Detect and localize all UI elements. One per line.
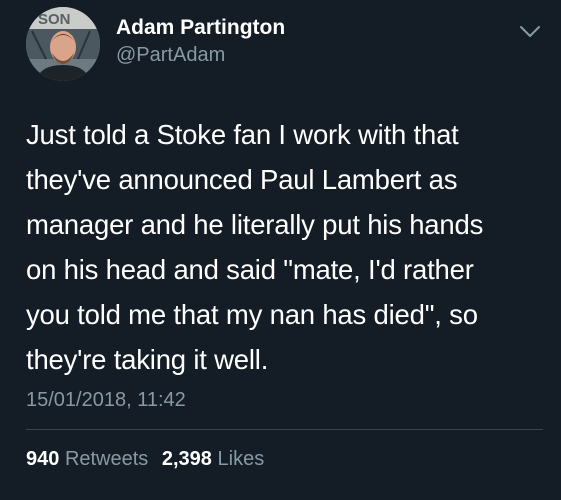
avatar-photo: SON — [26, 7, 100, 81]
retweets-label: Retweets — [64, 448, 149, 470]
display-name[interactable]: Adam Partington — [116, 16, 285, 40]
tweet-text-line: manager and he literally put his hands — [26, 209, 484, 240]
tweet-text-line: they've announced Paul Lambert as — [26, 164, 458, 195]
tweet-text-line: you told me that my nan has died", so — [26, 299, 478, 330]
retweets-count: 940 — [26, 448, 60, 470]
divider — [26, 429, 543, 430]
tweet-timestamp[interactable]: 15/01/2018, 11:42 — [26, 389, 186, 412]
tweet-stats: 940 Retweets 2,398 Likes — [26, 448, 272, 471]
retweets-stat[interactable]: 940 Retweets — [26, 448, 148, 470]
chevron-down-icon[interactable] — [518, 24, 542, 40]
tweet-text-line: they're taking it well. — [26, 344, 269, 375]
likes-stat[interactable]: 2,398 Likes — [162, 448, 264, 470]
avatar-banner-text: SON — [38, 11, 71, 28]
tweet-text: Just told a Stoke fan I work with that t… — [26, 112, 546, 382]
tweet-text-line: on his head and said "mate, I'd rather — [26, 254, 474, 285]
avatar[interactable]: SON — [26, 7, 100, 81]
likes-label: Likes — [217, 448, 265, 470]
tweet-text-line: Just told a Stoke fan I work with that — [26, 119, 459, 150]
likes-count: 2,398 — [161, 448, 212, 470]
user-handle[interactable]: @PartAdam — [116, 44, 225, 67]
